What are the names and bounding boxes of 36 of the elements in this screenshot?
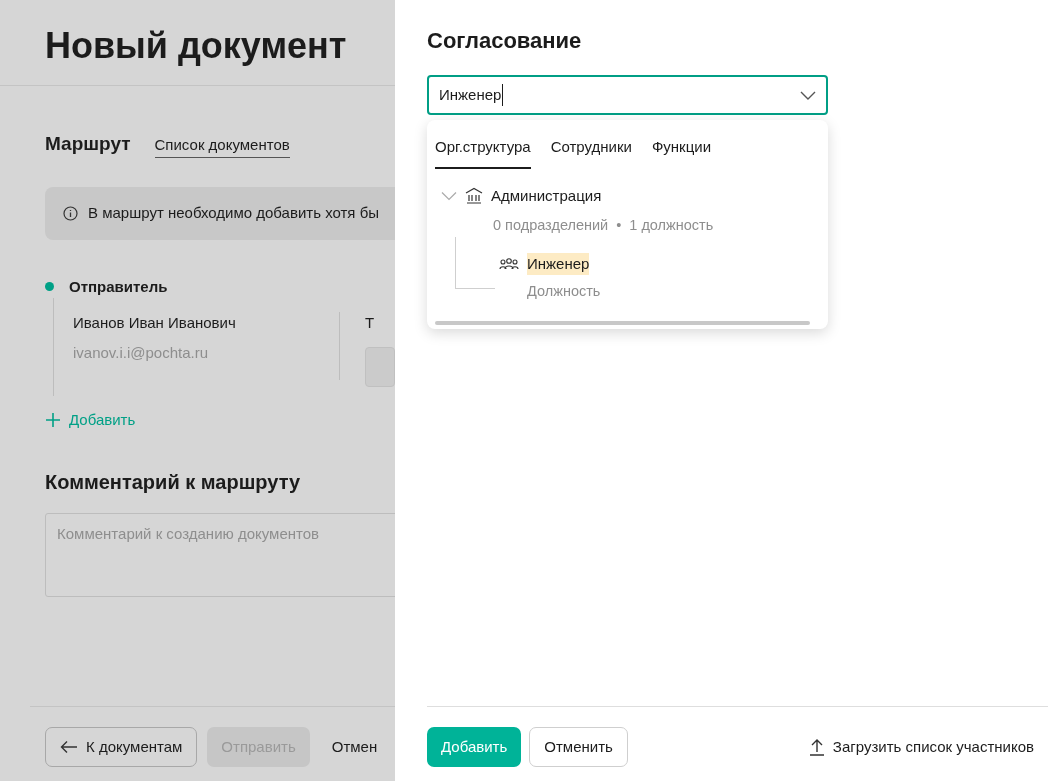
tab[interactable]: Сотрудники — [550, 134, 632, 169]
item-subtitle: Должность — [526, 282, 602, 302]
step-dot — [45, 282, 54, 292]
documents-link[interactable]: Список документов — [154, 134, 290, 158]
tree-item[interactable]: Администрация — [491, 184, 602, 207]
arrow-left-icon — [60, 740, 78, 754]
item-meta: 1 должность — [629, 216, 714, 235]
upload-icon — [808, 738, 825, 756]
separator-dot: • — [616, 216, 622, 235]
people-icon — [499, 257, 519, 271]
cancel-button[interactable]: Отменить — [529, 727, 628, 767]
sender-email: ivanov.i.i@pochta.ru — [73, 343, 209, 363]
panel-title: Согласование — [427, 27, 583, 55]
tab[interactable]: Функции — [651, 134, 711, 169]
input-field[interactable] — [365, 346, 395, 387]
cancel-button[interactable]: Отмен — [319, 727, 390, 767]
building-icon — [465, 187, 483, 205]
plus-icon — [45, 411, 61, 428]
tree-line — [455, 236, 495, 289]
step-title: Отправитель — [69, 276, 168, 297]
item-meta: 0 подразделений — [493, 216, 609, 235]
comment-title: Комментарий к маршруту — [45, 470, 302, 495]
select-field[interactable]: Инженер — [427, 75, 828, 115]
chevron-down-icon — [800, 90, 816, 100]
notice-text: В маршрут необходимо добавить хотя бы — [88, 202, 380, 223]
chevron-down-icon[interactable] — [441, 190, 457, 201]
sender-name: Иванов Иван Иванович — [73, 313, 237, 333]
comment-field[interactable]: Комментарий к созданию документов — [45, 513, 395, 597]
info-icon — [63, 205, 78, 221]
section-title: Маршрут — [45, 132, 131, 156]
upload-button[interactable]: Загрузить список участников — [808, 735, 1034, 759]
tree-item[interactable]: Инженер — [527, 252, 590, 276]
back-button[interactable]: К документам — [45, 727, 198, 767]
column-label: Т — [365, 313, 376, 333]
tab[interactable]: Орг.структура — [435, 134, 531, 169]
scrollbar[interactable] — [435, 321, 810, 325]
